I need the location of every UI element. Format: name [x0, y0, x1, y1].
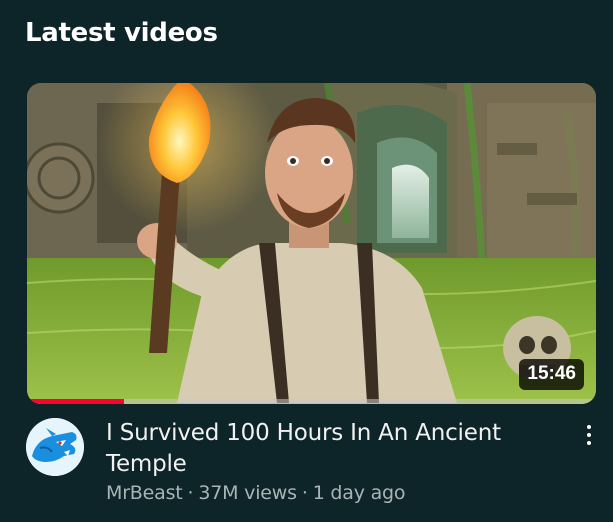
more-options-button[interactable]	[574, 420, 604, 450]
thumbnail-image	[27, 83, 596, 404]
video-thumbnail[interactable]: 15:46	[27, 83, 596, 404]
watch-progress-fill	[27, 399, 124, 404]
more-vertical-icon	[587, 425, 591, 429]
channel-avatar[interactable]	[26, 418, 84, 476]
meta-separator: ·	[301, 482, 308, 504]
meta-separator: ·	[187, 482, 194, 504]
watch-progress-bar	[27, 399, 596, 404]
duration-badge: 15:46	[519, 359, 584, 390]
video-meta: MrBeast · 37M views · 1 day ago	[106, 482, 406, 504]
view-count: 37M views	[198, 482, 297, 504]
channel-name[interactable]: MrBeast	[106, 482, 183, 504]
video-title[interactable]: I Survived 100 Hours In An Ancient Templ…	[106, 418, 546, 480]
section-title: Latest videos	[25, 18, 218, 48]
mrbeast-panther-logo-icon	[26, 418, 84, 476]
upload-age: 1 day ago	[312, 482, 406, 504]
